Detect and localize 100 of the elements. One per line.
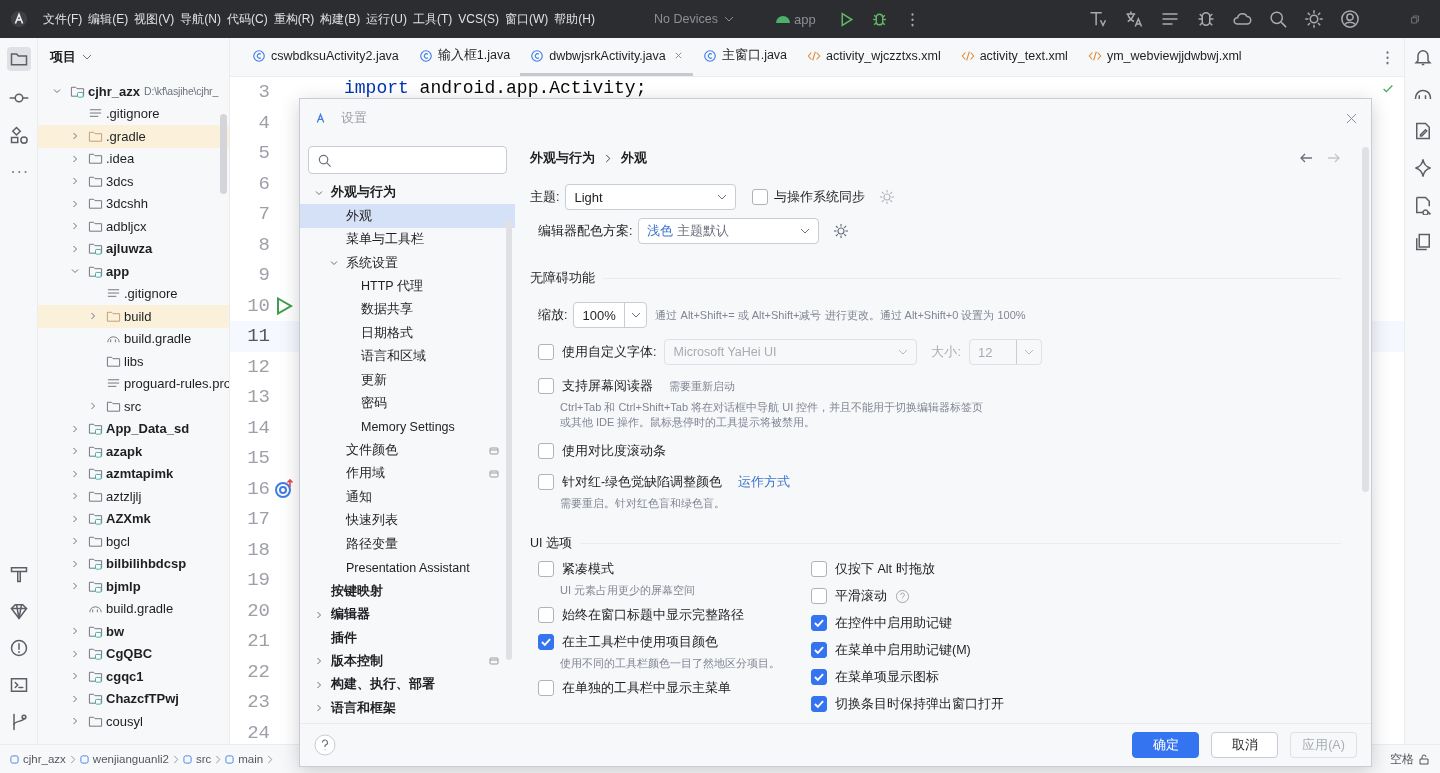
settings-tree-item[interactable]: 语言和框架 xyxy=(300,696,515,721)
indent-status[interactable]: 空格 xyxy=(1390,751,1414,767)
settings-tree-item[interactable]: 数据共享 xyxy=(300,298,515,322)
ok-button[interactable]: 确定 xyxy=(1132,732,1199,758)
editor-tab[interactable]: activity_text.xml xyxy=(950,38,1078,76)
tree-label: cjhr_azx xyxy=(88,83,141,99)
tree-row[interactable]: aztzljlj xyxy=(38,485,229,508)
breadcrumb-item[interactable]: src xyxy=(195,753,212,765)
tree-row[interactable]: .gradle xyxy=(38,125,229,148)
breadcrumb-item[interactable]: main xyxy=(238,753,264,765)
settings-tree-item[interactable]: 系统设置 xyxy=(300,251,515,275)
tree-row[interactable]: CgQBC xyxy=(38,642,229,665)
line-number: 23 xyxy=(246,691,270,714)
settings-tree-item[interactable]: 插件 xyxy=(300,626,515,650)
settings-tree-item[interactable]: 密码 xyxy=(300,391,515,416)
dialog-title: 设置 xyxy=(341,109,367,127)
editor-tab[interactable]: activity_wjczztxs.xml xyxy=(797,38,951,76)
theme-dropdown[interactable]: Light xyxy=(565,184,737,210)
line-number: 8 xyxy=(257,233,270,256)
settings-tree-item[interactable]: 编辑器 xyxy=(300,602,515,627)
tree-label: adbljcx xyxy=(106,218,147,234)
tree-row[interactable]: .gitignore xyxy=(38,102,229,125)
menu-item[interactable]: 编辑(E) xyxy=(85,10,132,28)
tree-row[interactable]: 3dcs xyxy=(38,170,229,193)
menu-item[interactable]: 工具(T) xyxy=(410,10,456,28)
settings-tree-item[interactable]: 外观 xyxy=(300,204,515,228)
editor-tab[interactable]: cswbdksuActivity2.java xyxy=(242,38,409,76)
tree-row[interactable]: build xyxy=(38,305,229,328)
tree-row[interactable]: cousyl xyxy=(38,710,229,733)
checkbox-label: 始终在窗口标题中显示完整路径 xyxy=(562,606,744,624)
description-text: 或其他 IDE 操作。鼠标悬停时的工具提示将被禁用。 xyxy=(560,415,817,430)
settings-tree-item[interactable]: Memory Settings xyxy=(300,415,515,439)
menu-item[interactable]: 构建(B) xyxy=(317,10,364,28)
menu-item[interactable]: 文件(F) xyxy=(40,10,86,28)
menu-item[interactable]: 导航(N) xyxy=(177,10,224,28)
run-configuration[interactable]: app xyxy=(775,11,816,27)
tree-row[interactable]: app xyxy=(38,260,229,283)
settings-tree-item[interactable]: 语言和区域 xyxy=(300,345,515,369)
field-label: 缩放: xyxy=(538,306,568,324)
tree-row[interactable]: ajluwza xyxy=(38,237,229,260)
zoom-dropdown[interactable]: 100% xyxy=(573,302,648,328)
settings-tree-item[interactable]: 快速列表 xyxy=(300,509,515,533)
settings-tree-item[interactable]: 更新 xyxy=(300,368,515,392)
settings-tree-item[interactable]: 通知 xyxy=(300,485,515,510)
settings-tree-item[interactable]: 路径变量 xyxy=(300,532,515,556)
breadcrumb-item[interactable]: cjhr_azx xyxy=(23,753,66,765)
menu-item[interactable]: 代码(C) xyxy=(224,10,271,28)
settings-tree-item[interactable]: Presentation Assistant xyxy=(300,556,515,580)
settings-tree-item[interactable]: 作用域 xyxy=(300,462,515,486)
tree-row[interactable]: .gitignore xyxy=(38,282,229,305)
settings-tree-item[interactable]: 构建、执行、部署 xyxy=(300,673,515,697)
tree-row[interactable]: .idea xyxy=(38,147,229,170)
tree-row[interactable]: AZXmk xyxy=(38,507,229,530)
settings-tree-item[interactable]: 外观与行为 xyxy=(300,181,515,205)
color-scheme-dropdown[interactable]: 浅色 主题默认 xyxy=(638,218,820,244)
tree-row[interactable]: 3dcshh xyxy=(38,192,229,215)
link[interactable]: 运作方式 xyxy=(738,473,791,491)
editor-tab[interactable]: 输入框1.java xyxy=(408,38,521,76)
tree-row[interactable]: bw xyxy=(38,620,229,643)
settings-tree-item[interactable]: 菜单与工具栏 xyxy=(300,227,515,252)
tree-row[interactable]: bjmlp xyxy=(38,575,229,598)
tree-row[interactable]: cgqc1 xyxy=(38,665,229,688)
settings-tree-item[interactable]: 文件颜色 xyxy=(300,438,515,463)
tree-row[interactable]: src xyxy=(38,395,229,418)
tree-row[interactable]: ChazcfTPwj xyxy=(38,687,229,710)
tree-row[interactable]: App_Data_sd xyxy=(38,417,229,440)
menu-item[interactable]: VCS(S) xyxy=(455,12,502,26)
tree-row[interactable]: adbljcx xyxy=(38,215,229,238)
editor-tab[interactable]: ym_webviewjjdwbwj.xml xyxy=(1077,38,1252,76)
breadcrumb-item[interactable]: wenjianguanli2 xyxy=(92,753,169,765)
device-selector[interactable]: No Devices xyxy=(654,12,734,26)
tree-label: 3dcshh xyxy=(106,196,148,212)
dialog-button[interactable]: 取消 xyxy=(1211,732,1278,758)
breadcrumb-item[interactable]: 外观与行为 xyxy=(530,149,595,167)
tree-row[interactable]: cjhr_azx D:\kf\asjihe\cjhr_ xyxy=(38,80,229,103)
menu-item[interactable]: 重构(R) xyxy=(270,10,318,28)
menu-item[interactable]: 运行(U) xyxy=(363,10,410,28)
editor-tab[interactable]: dwbwjsrkActivity.java xyxy=(520,38,693,76)
tree-label: build.gradle xyxy=(124,331,192,347)
settings-tree-item[interactable]: 日期格式 xyxy=(300,321,515,346)
tree-row[interactable]: libs xyxy=(38,350,229,373)
tree-row[interactable]: bilbilihbdcsp xyxy=(38,552,229,575)
menu-item[interactable]: 视图(V) xyxy=(131,10,178,28)
tree-row[interactable]: azapk xyxy=(38,440,229,463)
tree-label: CgQBC xyxy=(106,646,153,662)
tree-label: bjmlp xyxy=(106,578,141,594)
settings-tree-item[interactable]: HTTP 代理 xyxy=(300,274,515,299)
tree-label: bilbilihbdcsp xyxy=(106,556,187,572)
menu-item[interactable]: 窗口(W) xyxy=(502,10,552,28)
tree-row[interactable]: azmtapimk xyxy=(38,462,229,485)
tree-row[interactable]: bgcl xyxy=(38,530,229,553)
field-label: 大小: xyxy=(931,343,961,361)
editor-tab[interactable]: 主窗口.java xyxy=(692,38,798,76)
menu-item[interactable]: 帮助(H) xyxy=(551,10,598,28)
settings-tree-item[interactable]: 版本控制 xyxy=(300,649,515,674)
tree-row[interactable]: build.gradle xyxy=(38,327,229,350)
tree-label: .gitignore xyxy=(106,106,160,122)
tree-row[interactable]: build.gradle xyxy=(38,597,229,620)
settings-tree-item[interactable]: 按键映射 xyxy=(300,579,515,603)
panel-title[interactable]: 项目 xyxy=(50,48,76,66)
